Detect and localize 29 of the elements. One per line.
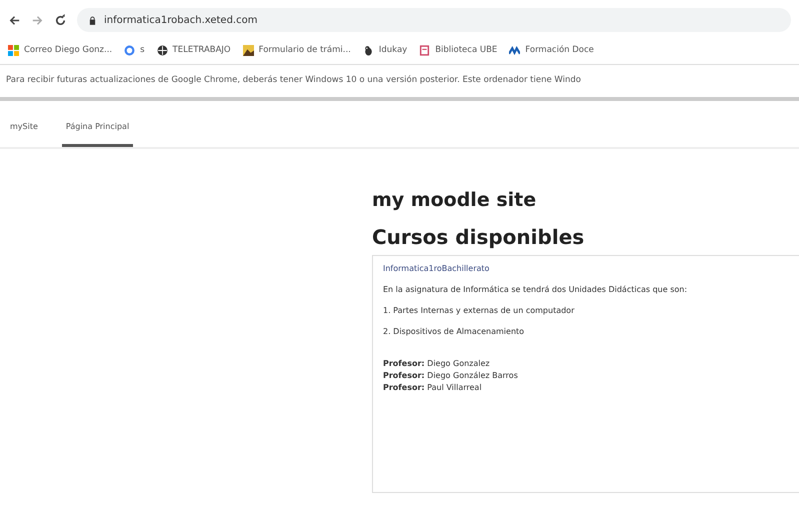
course-link[interactable]: Informatica1roBachillerato	[383, 264, 789, 273]
info-bar-text: Para recibir futuras actualizaciones de Google Chrome, deberás tener Windows 10 o una versión posterior. Este ordenador tiene Windo	[0, 65, 799, 101]
mountain-icon	[242, 44, 254, 56]
bookmark[interactable]: s	[124, 44, 145, 56]
bookmark[interactable]: Idukay	[362, 44, 408, 56]
site-title: my moodle site	[372, 189, 538, 211]
bookmark[interactable]: Biblioteca UBE	[419, 44, 498, 56]
back-icon[interactable]	[8, 14, 21, 26]
course-description: 2. Dispositivos de Almacenamiento	[383, 327, 526, 336]
tiles-icon	[8, 44, 19, 56]
teacher-line: Profesor: Paul Villarreal	[383, 382, 483, 394]
course-description: 1. Partes Internas y externas de un computador	[383, 306, 576, 315]
nav-tab[interactable]: Página Principal	[62, 109, 134, 147]
course-description: En la asignatura de Informática se tendrá dos Unidades Didácticas que son:	[383, 285, 688, 294]
bookmark[interactable]: Correo Diego Gonz...	[8, 44, 112, 56]
url-text: informatica1robach.xeted.com	[104, 14, 258, 26]
nav-tab[interactable]: mySite	[6, 109, 42, 147]
bookmark[interactable]: Formación Doce	[509, 44, 594, 56]
address-bar[interactable]: informatica1robach.xeted.com	[77, 8, 791, 32]
teacher-line: Profesor: Diego González Barros	[383, 370, 519, 382]
reload-icon[interactable]	[54, 14, 67, 26]
section-heading: Cursos disponibles	[372, 225, 586, 249]
bookmark[interactable]: TELETRABAJO	[156, 44, 231, 56]
bookmark[interactable]: Formulario de trámi...	[242, 44, 351, 56]
lock-icon	[89, 16, 96, 24]
wave-icon	[509, 44, 520, 56]
globe-icon	[156, 44, 168, 56]
teacher-line: Profesor: Diego Gonzalez	[383, 358, 491, 370]
book-icon	[419, 44, 430, 56]
